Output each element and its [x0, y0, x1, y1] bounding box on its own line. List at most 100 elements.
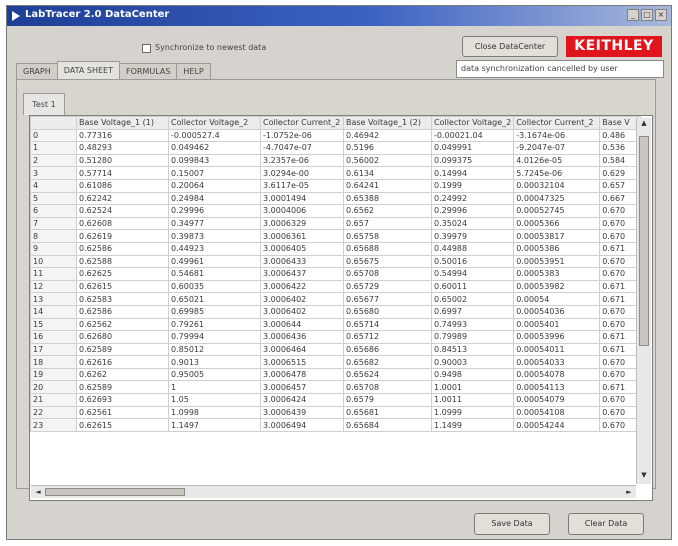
table-cell[interactable]: 0.95005	[168, 367, 261, 382]
table-cell[interactable]: 0.049991	[430, 141, 515, 155]
table-cell[interactable]: 3.0006515	[260, 355, 344, 369]
table-row[interactable]: 15 0.62562 0.79261 3.000644 0.65714 0.74993 0.…	[30, 317, 642, 332]
column-header[interactable]: Base Voltage_1 (1)	[76, 116, 169, 130]
table-row[interactable]: 10 0.62588 0.49961 3.0006433 0.65675 0.50016 0…	[30, 254, 642, 269]
table-cell[interactable]: 0.64241	[343, 178, 432, 193]
table-row[interactable]: 19 0.6262 0.95005 3.0006478 0.65624 0.9498 0.0…	[30, 367, 642, 382]
row-index-cell[interactable]: 0	[30, 128, 77, 143]
table-cell[interactable]: 0.0005401	[513, 317, 601, 332]
table-cell[interactable]: 0.670	[599, 304, 642, 319]
table-cell[interactable]: 0.60011	[430, 279, 515, 294]
table-cell[interactable]: 3.0006405	[260, 241, 344, 256]
table-cell[interactable]: 0.62589	[76, 380, 169, 395]
table-cell[interactable]: 0.00054244	[513, 418, 601, 432]
table-cell[interactable]: 0.049462	[168, 141, 261, 155]
table-cell[interactable]: 0.00054033	[513, 355, 601, 369]
table-cell[interactable]: 4.0126e-05	[513, 153, 601, 168]
table-row[interactable]: 8 0.62619 0.39873 3.0006361 0.65758 0.39979 0.…	[30, 229, 642, 243]
table-cell[interactable]: 0.629	[599, 166, 642, 180]
table-cell[interactable]: 0.670	[599, 355, 642, 369]
table-cell[interactable]: 0.667	[599, 191, 642, 206]
table-cell[interactable]: 0.65714	[343, 317, 432, 332]
table-cell[interactable]: 0.670	[599, 216, 642, 231]
table-row[interactable]: 18 0.62616 0.9013 3.0006515 0.65682 0.90003 0.…	[30, 355, 642, 369]
row-index-cell[interactable]: 22	[30, 405, 77, 420]
table-cell[interactable]: 3.0006424	[260, 393, 344, 407]
table-cell[interactable]: 0.657	[599, 178, 642, 193]
tab-help[interactable]: HELP	[176, 63, 211, 79]
table-cell[interactable]: 0.00053982	[513, 279, 601, 294]
table-cell[interactable]: 0.9498	[430, 367, 515, 382]
table-cell[interactable]: 0.00054078	[513, 367, 601, 382]
table-cell[interactable]: 3.0006436	[260, 330, 344, 344]
table-cell[interactable]: 1	[168, 380, 261, 395]
table-row[interactable]: 2 0.51280 0.099843 3.2357e-06 0.56002 0.09937…	[30, 153, 642, 168]
table-cell[interactable]: -0.00021.04	[430, 128, 515, 143]
column-header[interactable]: Collector Current_2	[513, 116, 601, 130]
table-row[interactable]: 7 0.62608 0.34977 3.0006329 0.657 0.35024 0.00…	[30, 216, 642, 231]
table-cell[interactable]: 0.00054	[513, 292, 601, 306]
table-cell[interactable]: 0.670	[599, 204, 642, 218]
horizontal-scroll-thumb[interactable]	[45, 488, 185, 496]
row-index-cell[interactable]: 5	[30, 191, 77, 206]
table-cell[interactable]: 0.90003	[430, 355, 515, 369]
table-cell[interactable]: 3.0006361	[260, 229, 344, 243]
table-cell[interactable]: 0.1999	[430, 178, 515, 193]
table-cell[interactable]: 0.00032104	[513, 178, 601, 193]
table-cell[interactable]: 0.69985	[168, 304, 261, 319]
table-cell[interactable]: 0.49961	[168, 254, 261, 269]
table-cell[interactable]: 0.62616	[76, 355, 169, 369]
table-cell[interactable]: 0.74993	[430, 317, 515, 332]
table-cell[interactable]: 0.62583	[76, 292, 169, 306]
table-cell[interactable]: 0.62693	[76, 393, 169, 407]
table-cell[interactable]: 0.670	[599, 405, 642, 420]
minimize-button[interactable]: _	[627, 9, 639, 21]
horizontal-scrollbar[interactable]: ◄ ►	[31, 485, 636, 498]
table-row[interactable]: 22 0.62561 1.0998 3.0006439 0.65681 1.0999 0.0…	[30, 405, 642, 420]
table-cell[interactable]: 0.00053817	[513, 229, 601, 243]
close-datacenter-button[interactable]: Close DataCenter	[462, 36, 558, 57]
table-cell[interactable]: 0.486	[599, 128, 642, 143]
table-cell[interactable]: 0.54681	[168, 267, 261, 281]
row-index-cell[interactable]: 19	[30, 367, 77, 382]
table-cell[interactable]: 0.670	[599, 267, 642, 281]
table-row[interactable]: 0 0.77316 -0.000527.4 -1.0752e-06 0.46942 -0.…	[30, 128, 642, 143]
table-cell[interactable]: 0.62586	[76, 304, 169, 319]
table-cell[interactable]: 0.6134	[343, 166, 432, 180]
table-cell[interactable]: 0.24992	[430, 191, 515, 206]
table-cell[interactable]: 3.0006433	[260, 254, 344, 269]
table-cell[interactable]: 0.54994	[430, 267, 515, 281]
row-index-cell[interactable]: 15	[30, 317, 77, 332]
table-row[interactable]: 12 0.62615 0.60035 3.0006422 0.65729 0.60011 0…	[30, 279, 642, 294]
tab-graph[interactable]: GRAPH	[16, 63, 58, 79]
data-sheet-table[interactable]: Base Voltage_1 (1) Collector Voltage_2 Col…	[29, 115, 653, 501]
table-cell[interactable]: -4.7047e-07	[260, 141, 344, 155]
table-cell[interactable]: 0.84513	[430, 342, 515, 357]
table-cell[interactable]: 3.0006402	[260, 292, 344, 306]
table-cell[interactable]: 3.0004006	[260, 204, 344, 218]
table-cell[interactable]: 0.670	[599, 367, 642, 382]
row-index-cell[interactable]: 4	[30, 178, 77, 193]
table-cell[interactable]: 0.62242	[76, 191, 169, 206]
close-window-button[interactable]: ×	[655, 9, 667, 21]
title-bar[interactable]: LabTracer 2.0 DataCenter _ □ ×	[7, 6, 671, 26]
table-cell[interactable]: 0.56002	[343, 153, 432, 168]
table-cell[interactable]: 0.79994	[168, 330, 261, 344]
row-index-cell[interactable]: 16	[30, 330, 77, 344]
table-cell[interactable]: 0.9013	[168, 355, 261, 369]
table-cell[interactable]: 1.0001	[430, 380, 515, 395]
table-row[interactable]: 17 0.62589 0.85012 3.0006464 0.65686 0.84513 0…	[30, 342, 642, 357]
column-header[interactable]: Collector Current_2	[260, 116, 344, 130]
table-cell[interactable]: 3.0006329	[260, 216, 344, 231]
column-header[interactable]: Base V	[599, 116, 642, 130]
table-cell[interactable]: 0.657	[343, 216, 432, 231]
table-cell[interactable]: 0.65684	[343, 418, 432, 432]
table-cell[interactable]: 0.24984	[168, 191, 261, 206]
table-cell[interactable]: 1.05	[168, 393, 261, 407]
table-cell[interactable]: 0.65388	[343, 191, 432, 206]
table-cell[interactable]: 0.35024	[430, 216, 515, 231]
row-index-cell[interactable]: 7	[30, 216, 77, 231]
table-cell[interactable]: 0.29996	[168, 204, 261, 218]
table-cell[interactable]: 0.65686	[343, 342, 432, 357]
row-index-cell[interactable]: 21	[30, 393, 77, 407]
